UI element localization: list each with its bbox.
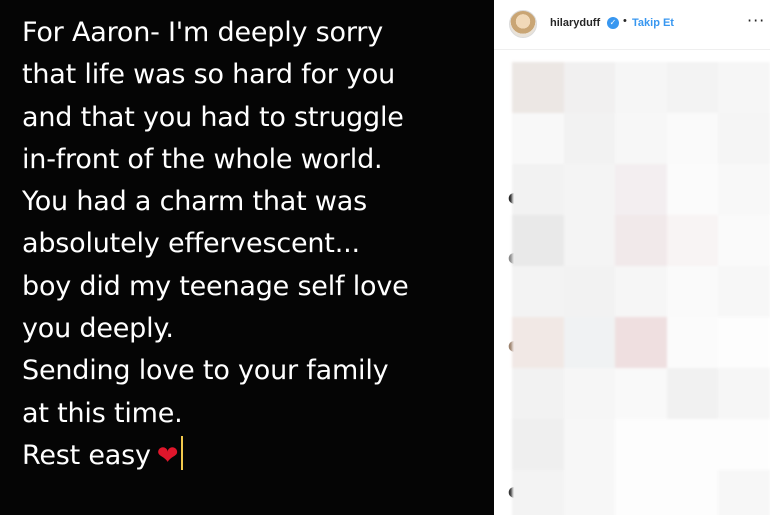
story-line: Sending love to your family bbox=[22, 355, 389, 387]
story-line-text: Rest easy bbox=[22, 439, 151, 471]
pixelated-comments-area bbox=[512, 62, 770, 515]
blurred-pixel-tile bbox=[615, 62, 667, 113]
text-cursor bbox=[181, 435, 184, 470]
blurred-pixel-tile bbox=[563, 368, 616, 419]
blurred-pixel-tile bbox=[615, 368, 667, 419]
story-text-panel: For Aaron- I'm deeply sorry that life wa… bbox=[0, 0, 494, 515]
blurred-pixel-tile bbox=[718, 113, 770, 164]
blurred-pixel-tile bbox=[666, 317, 719, 368]
story-line: boy did my teenage self love bbox=[22, 270, 409, 302]
story-line: in-front of the whole world. bbox=[22, 143, 383, 175]
blurred-pixel-tile bbox=[666, 164, 719, 215]
instagram-post-panel: hilaryduff ✓ • Takip Et ··· ◖ ◖ ◖ ◖ bbox=[494, 0, 770, 515]
blurred-pixel-tile bbox=[615, 215, 667, 266]
story-line: You had a charm that was bbox=[22, 186, 367, 218]
blurred-pixel-tile bbox=[563, 317, 616, 368]
blurred-pixel-tile bbox=[512, 317, 564, 368]
story-line: that life was so hard for you bbox=[22, 59, 396, 91]
blurred-pixel-tile bbox=[718, 215, 770, 266]
blurred-pixel-tile bbox=[666, 62, 719, 113]
blurred-pixel-tile bbox=[512, 113, 564, 164]
blurred-pixel-tile bbox=[666, 419, 719, 470]
blurred-pixel-tile bbox=[615, 113, 667, 164]
blurred-pixel-tile bbox=[718, 266, 770, 317]
blurred-pixel-tile bbox=[512, 62, 564, 113]
blurred-pixel-tile bbox=[666, 113, 719, 164]
blurred-pixel-tile bbox=[615, 164, 667, 215]
blurred-pixel-tile bbox=[666, 470, 719, 515]
story-line: at this time. bbox=[22, 397, 183, 429]
blurred-pixel-tile bbox=[615, 419, 667, 470]
blurred-pixel-tile bbox=[563, 113, 616, 164]
blurred-pixel-tile bbox=[718, 368, 770, 419]
blurred-pixel-tile bbox=[512, 164, 564, 215]
separator-dot: • bbox=[623, 15, 627, 27]
blurred-pixel-tile bbox=[718, 164, 770, 215]
blurred-pixel-tile bbox=[512, 215, 564, 266]
blurred-pixel-tile bbox=[615, 266, 667, 317]
blurred-pixel-tile bbox=[563, 62, 616, 113]
blurred-pixel-tile bbox=[563, 164, 616, 215]
more-options-icon[interactable]: ··· bbox=[747, 11, 765, 30]
story-last-line: Rest easy ❤ bbox=[22, 435, 494, 477]
blurred-pixel-tile bbox=[666, 215, 719, 266]
avatar[interactable] bbox=[509, 10, 537, 38]
heart-emoji-icon: ❤ bbox=[156, 440, 179, 471]
story-line: absolutely effervescent... bbox=[22, 228, 360, 260]
post-header: hilaryduff ✓ • Takip Et ··· bbox=[494, 0, 770, 50]
blurred-pixel-tile bbox=[718, 419, 770, 470]
story-line: and that you had to struggle bbox=[22, 101, 404, 133]
blurred-pixel-tile bbox=[718, 317, 770, 368]
blurred-pixel-tile bbox=[512, 266, 564, 317]
blurred-pixel-tile bbox=[563, 215, 616, 266]
verified-badge-icon: ✓ bbox=[607, 17, 619, 29]
blurred-pixel-tile bbox=[615, 317, 667, 368]
blurred-pixel-tile bbox=[563, 266, 616, 317]
blurred-pixel-tile bbox=[718, 62, 770, 113]
username-link[interactable]: hilaryduff bbox=[550, 17, 600, 29]
blurred-pixel-tile bbox=[666, 266, 719, 317]
blurred-pixel-tile bbox=[563, 470, 616, 515]
blurred-pixel-tile bbox=[563, 419, 616, 470]
story-line: you deeply. bbox=[22, 313, 174, 345]
story-line: For Aaron- I'm deeply sorry bbox=[22, 17, 383, 48]
follow-button[interactable]: Takip Et bbox=[632, 17, 674, 29]
blurred-pixel-tile bbox=[512, 368, 564, 419]
blurred-pixel-tile bbox=[666, 368, 719, 419]
blurred-pixel-tile bbox=[718, 470, 770, 515]
blurred-pixel-tile bbox=[512, 470, 564, 515]
blurred-pixel-tile bbox=[512, 419, 564, 470]
blurred-pixel-tile bbox=[615, 470, 667, 515]
